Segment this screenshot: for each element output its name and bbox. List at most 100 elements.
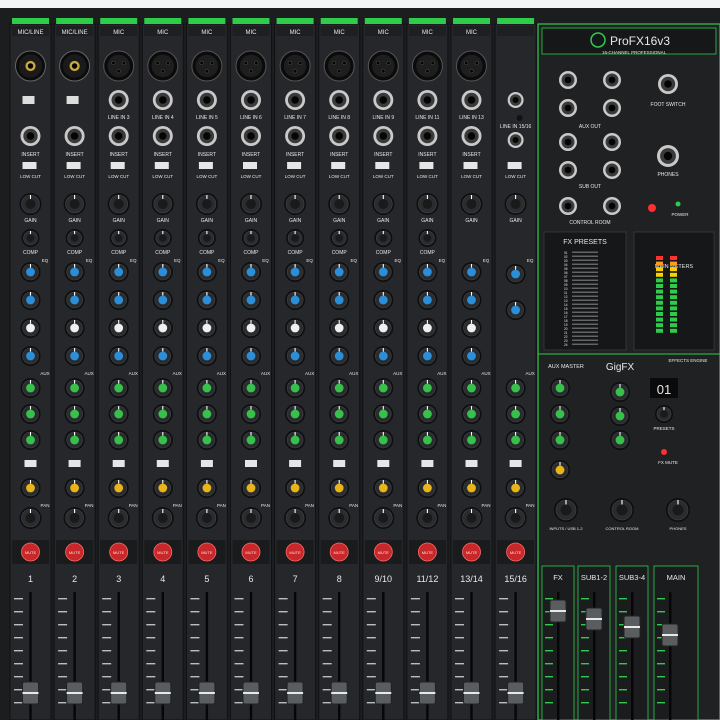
- aux-knob-3[interactable]: [461, 430, 482, 450]
- fx-send-aux-knob-2[interactable]: [610, 406, 630, 426]
- aux-knob-1[interactable]: [505, 378, 526, 398]
- low-cut-switch[interactable]: [419, 162, 434, 169]
- eq-knob-4[interactable]: [329, 346, 350, 366]
- aux-knob-2[interactable]: [64, 404, 85, 424]
- aux-knob-1[interactable]: [196, 378, 217, 398]
- pan-knob[interactable]: [107, 507, 130, 529]
- pan-knob[interactable]: [416, 507, 439, 529]
- fx-send-knob[interactable]: [373, 478, 394, 498]
- pan-knob[interactable]: [504, 507, 527, 529]
- sub-out-jack[interactable]: [559, 161, 577, 179]
- xlr-input-jack[interactable]: [279, 50, 311, 82]
- eq-knob-1[interactable]: [285, 262, 306, 282]
- insert-jack[interactable]: [461, 126, 482, 146]
- aux-knob-1[interactable]: [20, 378, 41, 398]
- fx-send-knob[interactable]: [417, 478, 438, 498]
- aux-out-jack[interactable]: [603, 71, 621, 89]
- eq-knob-2[interactable]: [152, 290, 173, 310]
- blend-knob[interactable]: [554, 498, 578, 522]
- aux-knob-1[interactable]: [152, 378, 173, 398]
- eq-knob-4[interactable]: [108, 346, 129, 366]
- eq-knob-3[interactable]: [20, 318, 41, 338]
- pre-post-switch[interactable]: [156, 460, 169, 467]
- eq-knob-2[interactable]: [64, 290, 85, 310]
- xlr-input-jack[interactable]: [367, 50, 399, 82]
- eq-knob-4[interactable]: [241, 346, 261, 366]
- xlr-input-jack[interactable]: [235, 50, 267, 82]
- aux-knob-2[interactable]: [241, 404, 261, 424]
- eq-knob-3[interactable]: [417, 318, 438, 338]
- aux-knob-2[interactable]: [329, 404, 350, 424]
- sub-out-jack[interactable]: [603, 133, 621, 151]
- gain-knob[interactable]: [460, 193, 483, 215]
- aux-knob-3[interactable]: [20, 430, 41, 450]
- aux-knob-1[interactable]: [417, 378, 438, 398]
- phones-jack[interactable]: [657, 145, 679, 167]
- line-input-jack[interactable]: [417, 90, 438, 110]
- gain-knob[interactable]: [416, 193, 439, 215]
- eq-knob-1[interactable]: [152, 262, 173, 282]
- aux-knob-1[interactable]: [461, 378, 482, 398]
- pre-post-switch[interactable]: [509, 460, 522, 467]
- low-cut-switch[interactable]: [287, 162, 302, 169]
- gain-knob[interactable]: [151, 193, 174, 215]
- aux-knob-1[interactable]: [329, 378, 350, 398]
- eq-knob-1[interactable]: [329, 262, 350, 282]
- low-cut-switch[interactable]: [66, 162, 81, 169]
- gain-knob[interactable]: [372, 193, 395, 215]
- aux-knob-3[interactable]: [329, 430, 350, 450]
- aux-out-jack[interactable]: [603, 99, 621, 117]
- aux-knob-1[interactable]: [108, 378, 129, 398]
- aux-knob-2[interactable]: [417, 404, 438, 424]
- xlr-input-jack[interactable]: [147, 50, 179, 82]
- xlr-input-jack[interactable]: [103, 50, 135, 82]
- aux-knob-3[interactable]: [373, 430, 394, 450]
- pre-post-switch[interactable]: [68, 460, 81, 467]
- low-cut-switch[interactable]: [507, 162, 522, 169]
- eq-knob-1[interactable]: [241, 262, 261, 282]
- aux-knob-2[interactable]: [461, 404, 482, 424]
- eq-knob-4[interactable]: [417, 346, 438, 366]
- eq-knob-4[interactable]: [285, 346, 306, 366]
- gain-knob[interactable]: [504, 193, 527, 215]
- eq-knob-2[interactable]: [241, 290, 261, 310]
- control-room-level-knob[interactable]: [610, 498, 634, 522]
- eq-knob-1[interactable]: [64, 262, 85, 282]
- fx-send-knob[interactable]: [285, 478, 306, 498]
- gain-knob[interactable]: [328, 193, 351, 215]
- eq-knob-3[interactable]: [196, 318, 217, 338]
- eq-knob-4[interactable]: [461, 346, 482, 366]
- pan-knob[interactable]: [372, 507, 395, 529]
- eq-knob-4[interactable]: [196, 346, 217, 366]
- line-input-jack-r[interactable]: [507, 132, 524, 148]
- pan-knob[interactable]: [151, 507, 174, 529]
- low-cut-switch[interactable]: [331, 162, 346, 169]
- aux-knob-2[interactable]: [196, 404, 217, 424]
- eq-knob-1[interactable]: [108, 262, 129, 282]
- aux-knob-1[interactable]: [285, 378, 306, 398]
- eq-knob-4[interactable]: [20, 346, 41, 366]
- eq-knob-3[interactable]: [64, 318, 85, 338]
- comp-knob[interactable]: [286, 229, 305, 247]
- fx-master-knob[interactable]: [550, 460, 570, 480]
- low-cut-switch[interactable]: [154, 162, 169, 169]
- line-input-jack[interactable]: [152, 90, 173, 110]
- eq-knob-2[interactable]: [196, 290, 217, 310]
- aux-knob-2[interactable]: [20, 404, 41, 424]
- aux-knob-3[interactable]: [196, 430, 217, 450]
- eq-knob-2[interactable]: [20, 290, 41, 310]
- line-input-jack[interactable]: [373, 90, 394, 110]
- gain-knob[interactable]: [107, 193, 130, 215]
- pre-post-switch[interactable]: [112, 460, 125, 467]
- gain-knob[interactable]: [195, 193, 218, 215]
- pre-post-switch[interactable]: [245, 460, 257, 467]
- comp-knob[interactable]: [418, 229, 437, 247]
- combo-input-jack[interactable]: [15, 50, 46, 82]
- eq-knob-1[interactable]: [417, 262, 438, 282]
- eq-knob-3[interactable]: [329, 318, 350, 338]
- eq-knob-3[interactable]: [373, 318, 394, 338]
- eq-knob-4[interactable]: [152, 346, 173, 366]
- line-input-jack[interactable]: [241, 90, 261, 110]
- aux-knob-3[interactable]: [505, 430, 526, 450]
- eq-knob-2[interactable]: [108, 290, 129, 310]
